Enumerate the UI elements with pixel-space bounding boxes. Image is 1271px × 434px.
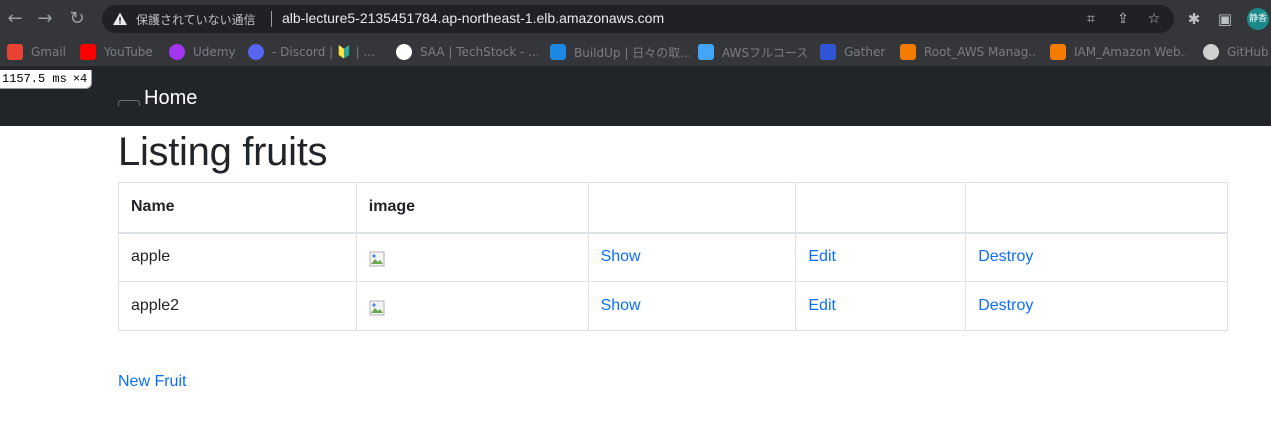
perf-multiplier: ×4 xyxy=(72,72,88,86)
url-text[interactable]: alb-lecture5-2135451784.ap-northeast-1.e… xyxy=(282,10,664,26)
browser-toolbar: ← → ↻ 保護されていない通信 alb-lecture5-2135451784… xyxy=(0,0,1271,38)
destroy-link[interactable]: Destroy xyxy=(978,297,1033,314)
bookmark-buildup[interactable]: BuildUp | 日々の取... xyxy=(550,44,690,60)
bookmark-aws-fullcourse[interactable]: AWSフルコース xyxy=(698,44,808,60)
security-status[interactable]: 保護されていない通信 xyxy=(136,11,256,28)
header-show xyxy=(587,182,797,234)
show-link-cell: Show xyxy=(587,232,797,282)
page-title: Listing fruits xyxy=(118,130,328,174)
gather-icon xyxy=(820,44,836,60)
aws-cube-icon xyxy=(1050,44,1066,60)
perf-value: 1157.5 xyxy=(2,72,46,86)
reload-icon[interactable]: ↻ xyxy=(66,8,88,30)
forward-arrow-icon[interactable]: → xyxy=(34,8,56,30)
header-image: image xyxy=(355,182,589,234)
perf-unit: ms xyxy=(52,72,67,86)
github-icon xyxy=(1203,44,1219,60)
table-row: apple Show Edit Destroy xyxy=(118,232,1228,282)
destroy-link-cell: Destroy xyxy=(965,281,1228,331)
edit-link[interactable]: Edit xyxy=(808,297,836,314)
bookmark-gather[interactable]: Gather xyxy=(820,44,890,60)
edit-link[interactable]: Edit xyxy=(808,248,836,265)
bookmark-iam-aws[interactable]: IAM_Amazon Web... xyxy=(1050,44,1190,60)
fruit-name: apple2 xyxy=(118,281,357,331)
table-header-row: Name image xyxy=(118,182,1228,234)
fruit-image-cell xyxy=(355,232,589,282)
discord-icon xyxy=(248,44,264,60)
edit-link-cell: Edit xyxy=(795,232,967,282)
warning-icon[interactable] xyxy=(112,11,128,27)
gmail-icon xyxy=(7,44,23,60)
show-link[interactable]: Show xyxy=(601,297,641,314)
show-link-cell: Show xyxy=(587,281,797,331)
profile-avatar[interactable]: 静香 xyxy=(1247,8,1269,30)
bookmark-root-aws[interactable]: Root_AWS Manag... xyxy=(900,44,1040,60)
address-bar[interactable]: 保護されていない通信 alb-lecture5-2135451784.ap-no… xyxy=(102,5,1174,33)
divider xyxy=(271,11,272,27)
buildup-icon xyxy=(550,44,566,60)
bookmark-github[interactable]: GitHub xyxy=(1203,44,1271,60)
perf-overlay: 1157.5 ms ×4 xyxy=(0,70,92,89)
navbar-toggler-icon[interactable] xyxy=(118,100,140,106)
show-link[interactable]: Show xyxy=(601,248,641,265)
aws-cube-icon xyxy=(900,44,916,60)
udemy-icon xyxy=(169,44,185,60)
edit-link-cell: Edit xyxy=(795,281,967,331)
extensions-puzzle-icon[interactable]: ✱ xyxy=(1184,9,1204,29)
header-destroy xyxy=(965,182,1228,234)
destroy-link[interactable]: Destroy xyxy=(978,248,1033,265)
fruits-table: Name image apple Show Edit Destroy apple… xyxy=(118,182,1228,331)
bookmark-udemy[interactable]: Udemy xyxy=(169,44,239,60)
share-icon[interactable]: ⇪ xyxy=(1114,10,1132,28)
header-name: Name xyxy=(118,182,357,234)
destroy-link-cell: Destroy xyxy=(965,232,1228,282)
translate-icon[interactable]: ⌗ xyxy=(1082,10,1100,28)
youtube-icon xyxy=(80,44,96,60)
new-fruit-link[interactable]: New Fruit xyxy=(118,373,186,391)
bookmark-techstock[interactable]: SAA | TechStock - ... xyxy=(396,44,541,60)
broken-image-icon xyxy=(369,300,385,315)
bookmark-youtube[interactable]: YouTube xyxy=(80,44,160,60)
bookmarks-bar: Gmail YouTube Udemy - Discord | 🔰 | ... … xyxy=(0,38,1271,66)
fruit-name: apple xyxy=(118,232,357,282)
broken-image-icon xyxy=(369,251,385,267)
bookmark-star-icon[interactable]: ☆ xyxy=(1145,10,1163,28)
back-arrow-icon[interactable]: ← xyxy=(4,8,26,30)
navbar-brand-home[interactable]: Home xyxy=(144,87,197,110)
table-row: apple2 Show Edit Destroy xyxy=(118,281,1228,331)
bookmark-discord[interactable]: - Discord | 🔰 | ... xyxy=(248,44,388,60)
fruit-image-cell xyxy=(355,281,589,331)
navbar: Home xyxy=(0,66,1271,126)
globe-icon xyxy=(396,44,412,60)
cloud-icon xyxy=(698,44,714,60)
bookmark-gmail[interactable]: Gmail xyxy=(7,44,67,60)
header-edit xyxy=(795,182,967,234)
side-panel-icon[interactable]: ▣ xyxy=(1215,9,1235,29)
